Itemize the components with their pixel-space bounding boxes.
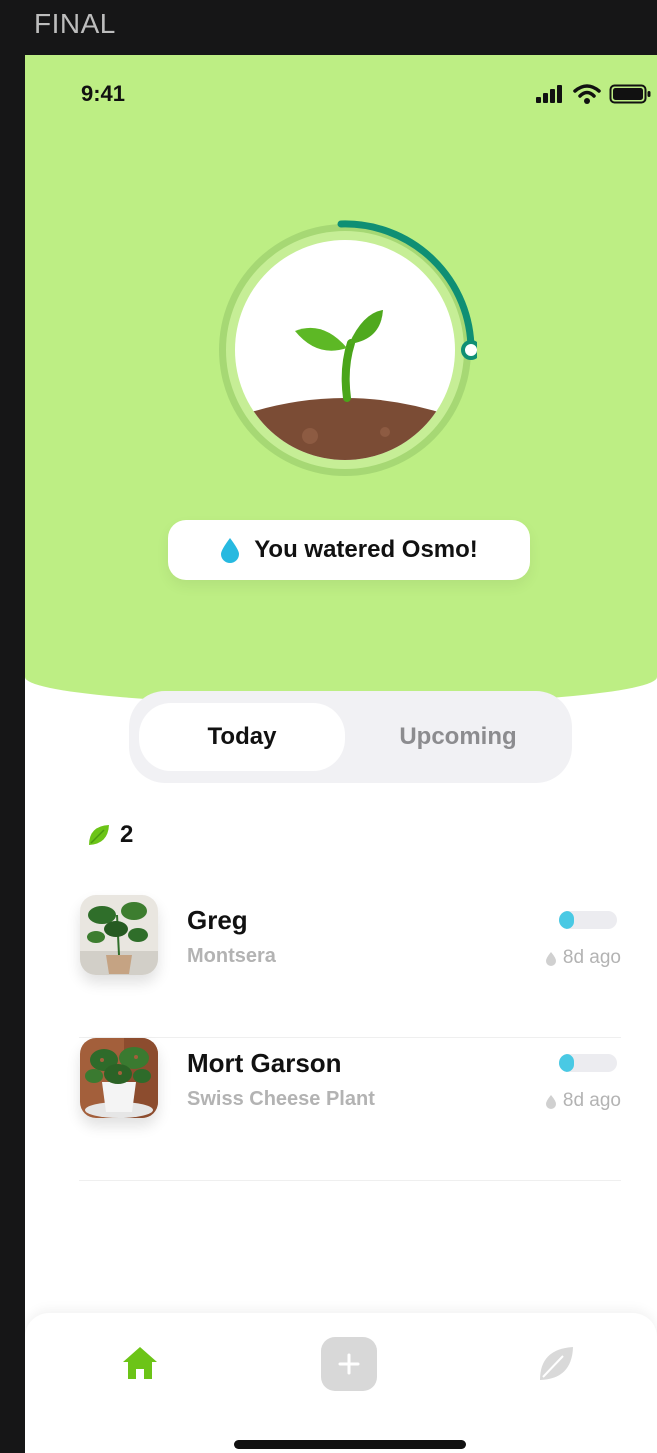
tab-today[interactable]: Today <box>139 703 345 771</box>
plant-species: Swiss Cheese Plant <box>187 1088 375 1110</box>
bottom-tab-bar <box>25 1313 657 1453</box>
water-drop-icon <box>221 538 240 563</box>
nav-home[interactable] <box>120 1343 160 1388</box>
status-icons <box>535 83 651 105</box>
toast-message: You watered Osmo! <box>254 536 478 563</box>
plant-thumbnail <box>80 895 158 975</box>
plant-thumbnail <box>80 1038 158 1118</box>
battery-icon <box>609 84 651 104</box>
last-watered-text: 8d ago <box>562 1090 621 1111</box>
frame-label: FINAL <box>34 8 116 39</box>
water-level-bar <box>559 1054 617 1072</box>
watered-toast: You watered Osmo! <box>168 520 530 580</box>
leaf-icon <box>540 1347 573 1380</box>
home-icon <box>123 1347 157 1379</box>
status-time: 9:41 <box>81 81 126 106</box>
water-level-fill <box>559 1054 574 1072</box>
plant-progress-ring <box>213 218 481 482</box>
last-watered: 8d ago <box>545 947 621 969</box>
plant-count: 2 <box>86 821 133 849</box>
plant-species: Montsera <box>187 945 276 967</box>
plant-name: Mort Garson <box>187 1048 342 1078</box>
leaf-icon <box>89 825 109 845</box>
plant-name: Greg <box>187 905 248 935</box>
last-watered-text: 8d ago <box>562 947 621 968</box>
phone-screen: 9:41 You watered Osmo! Today Upcoming 2 … <box>25 55 657 1453</box>
plant-row-greg[interactable]: Greg Montsera 8d ago <box>79 895 621 1038</box>
water-drop-icon <box>545 951 556 966</box>
last-watered: 8d ago <box>545 1090 621 1112</box>
tab-upcoming[interactable]: Upcoming <box>355 703 561 771</box>
day-segmented-control: Today Upcoming <box>129 691 572 783</box>
plant-count-value: 2 <box>120 821 134 848</box>
home-indicator <box>234 1440 466 1449</box>
water-level-fill <box>559 911 574 929</box>
water-level-bar <box>559 911 617 929</box>
wifi-icon <box>573 84 601 104</box>
cellular-signal-icon <box>536 85 562 103</box>
add-icon <box>338 1353 360 1375</box>
nav-add-plant[interactable] <box>321 1337 377 1391</box>
nav-plants[interactable] <box>536 1343 576 1388</box>
plant-row-mort-garson[interactable]: Mort Garson Swiss Cheese Plant 8d ago <box>79 1038 621 1181</box>
water-drop-icon <box>545 1094 556 1109</box>
